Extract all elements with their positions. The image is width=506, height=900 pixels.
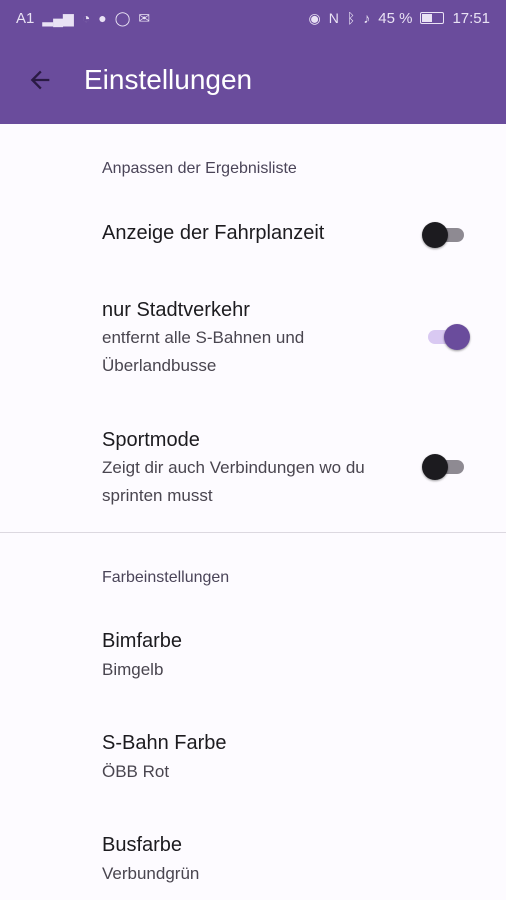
section-divider: [0, 532, 506, 533]
battery-percent: 45 %: [378, 9, 413, 27]
battery-fill: [422, 14, 433, 22]
setting-subtitle: Verbundgrün: [102, 864, 200, 883]
setting-sportmode[interactable]: Sportmode Zeigt dir auch Verbindungen wo…: [0, 414, 506, 524]
section-header-colors: Farbeinstellungen: [102, 569, 230, 586]
arrow-back-icon: [30, 70, 50, 90]
toggle-thumb: [422, 454, 448, 480]
status-right: ◉ N ᛒ ♪ 45 % 17:51: [309, 10, 491, 27]
setting-subtitle: entfernt alle S-Bahnen und Überlandbusse: [102, 328, 305, 375]
mute-icon: ♪: [363, 10, 371, 26]
toggle-thumb: [422, 222, 448, 248]
setting-tram-color[interactable]: Bimfarbe Bimgelb: [0, 616, 506, 696]
setting-sbahn-color[interactable]: S-Bahn Farbe ÖBB Rot: [0, 720, 506, 800]
app-notification-icon: ●: [98, 10, 107, 26]
status-left: A1 ▂▄▆ ◔ ● ◯ ✉: [16, 10, 150, 27]
setting-subtitle: Zeigt dir auch Verbindungen wo du sprint…: [102, 458, 365, 505]
back-button[interactable]: [0, 36, 80, 124]
toggle-timetable-time[interactable]: [422, 218, 470, 250]
toggle-sportmode[interactable]: [422, 450, 470, 482]
setting-title: Busfarbe: [102, 834, 183, 856]
setting-city-traffic[interactable]: nur Stadtverkehr entfernt alle S-Bahnen …: [0, 284, 506, 394]
setting-title: nur Stadtverkehr: [102, 299, 250, 321]
toggle-city-traffic[interactable]: [422, 320, 470, 352]
carrier-label: A1: [16, 9, 35, 27]
setting-title: Sportmode: [102, 429, 200, 451]
setting-subtitle: ÖBB Rot: [102, 762, 170, 781]
whatsapp-icon: ◯: [114, 10, 131, 26]
setting-subtitle: Bimgelb: [102, 660, 164, 679]
mail-icon: ✉: [138, 10, 151, 26]
section-header-results: Anpassen der Ergebnisliste: [102, 160, 297, 177]
app-bar: Einstellungen: [0, 36, 506, 124]
signal-icon: ▂▄▆: [42, 10, 74, 26]
bluetooth-icon: ᛒ: [346, 10, 356, 26]
setting-title: Anzeige der Fahrplanzeit: [102, 222, 325, 244]
battery-icon: [420, 12, 445, 24]
wifi-icon: ◔: [81, 10, 91, 26]
setting-title: S-Bahn Farbe: [102, 732, 227, 754]
eye-icon: ◉: [308, 10, 321, 26]
setting-bus-color[interactable]: Busfarbe Verbundgrün: [0, 822, 506, 900]
page-title: Einstellungen: [84, 64, 253, 95]
setting-timetable-time[interactable]: Anzeige der Fahrplanzeit: [0, 206, 506, 268]
toggle-thumb: [444, 324, 470, 350]
nfc-icon: N: [328, 10, 339, 26]
status-bar: A1 ▂▄▆ ◔ ● ◯ ✉ ◉ N ᛒ ♪ 45 % 17:51: [0, 0, 506, 36]
setting-title: Bimfarbe: [102, 630, 183, 652]
clock: 17:51: [452, 9, 490, 27]
